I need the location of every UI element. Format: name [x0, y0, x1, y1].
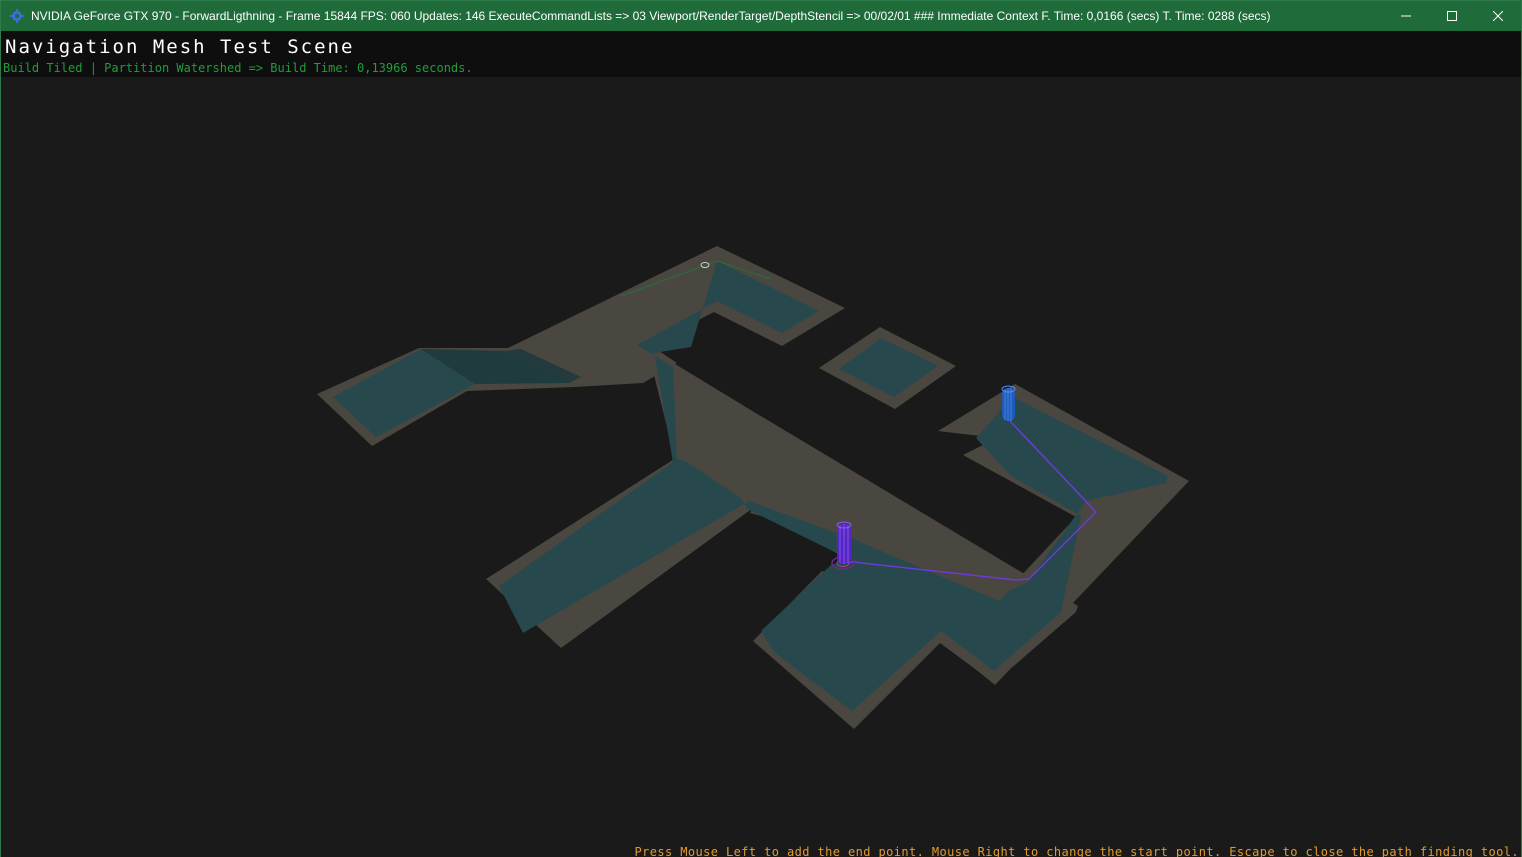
path-tool-help: Press Mouse Left to add the end point. M… — [634, 845, 1519, 857]
start-agent-cylinder — [1001, 385, 1016, 421]
maximize-icon — [1447, 11, 1457, 21]
minimize-icon — [1401, 15, 1411, 17]
close-button[interactable] — [1475, 1, 1521, 31]
app-gear-icon — [10, 9, 24, 23]
app-window: NVIDIA GeForce GTX 970 - ForwardLigthnin… — [0, 0, 1522, 857]
title-bar[interactable]: NVIDIA GeForce GTX 970 - ForwardLigthnin… — [1, 1, 1521, 31]
minimize-button[interactable] — [1383, 1, 1429, 31]
render-viewport[interactable]: Navigation Mesh Test Scene Build Tiled |… — [1, 31, 1521, 857]
navmesh-scene[interactable] — [1, 31, 1521, 857]
close-icon — [1493, 11, 1503, 21]
maximize-button[interactable] — [1429, 1, 1475, 31]
window-title: NVIDIA GeForce GTX 970 - ForwardLigthnin… — [31, 9, 1271, 23]
